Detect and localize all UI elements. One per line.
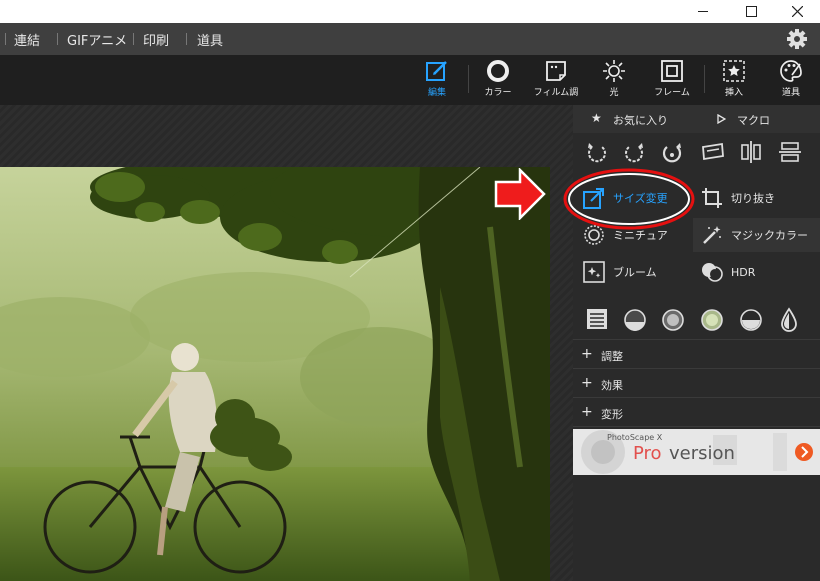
menu-item-connect[interactable]: 連結 bbox=[14, 30, 40, 49]
flip-horizontal-icon[interactable] bbox=[740, 140, 762, 164]
sun-icon bbox=[603, 60, 625, 82]
maximize-button[interactable] bbox=[728, 0, 774, 23]
plus-icon: + bbox=[581, 404, 593, 420]
close-button[interactable] bbox=[774, 0, 820, 23]
bloom-label: ブルーム bbox=[613, 266, 657, 279]
gear-icon[interactable] bbox=[786, 28, 808, 50]
rotate-right-icon[interactable] bbox=[623, 140, 645, 164]
transform-label: 変形 bbox=[601, 408, 623, 421]
flip-vertical-icon[interactable] bbox=[778, 141, 802, 163]
chevron-right-icon bbox=[801, 446, 809, 458]
menu-bar: 連結 GIFアニメ 印刷 道具 bbox=[0, 23, 820, 55]
play-icon bbox=[717, 114, 726, 124]
film-icon bbox=[546, 61, 566, 81]
tool-insert-label: 挿入 bbox=[724, 88, 743, 98]
magic-color-label: マジックカラー bbox=[731, 229, 808, 242]
straighten-icon[interactable] bbox=[701, 142, 725, 162]
editor-toolbar: 編集 カラー フィルム調 光 フレーム 挿入 道具 bbox=[0, 55, 820, 105]
effects-section[interactable]: + 効果 bbox=[573, 368, 820, 397]
pro-version-banner[interactable]: PhotoScape X Pro version bbox=[573, 429, 820, 475]
crop-label: 切り抜き bbox=[731, 192, 775, 205]
tool-light-label: 光 bbox=[609, 88, 619, 98]
rotate-left-icon[interactable] bbox=[586, 140, 608, 164]
banner-version: version bbox=[669, 443, 735, 464]
color-circle-icon bbox=[487, 60, 509, 82]
edit-icon bbox=[426, 61, 447, 81]
miniature-icon bbox=[584, 225, 604, 245]
preset-circle-1-icon[interactable] bbox=[623, 308, 647, 332]
droplet-icon[interactable] bbox=[780, 307, 798, 333]
banner-next-button[interactable] bbox=[795, 443, 813, 461]
miniature-label: ミニチュア bbox=[613, 229, 668, 242]
hdr-icon bbox=[702, 263, 723, 282]
edit-panel: ★ お気に入り マクロ サイズ変更 切り抜き ミニチュア マジックカラー ブルー… bbox=[563, 105, 820, 581]
miniature-button[interactable]: ミニチュア bbox=[583, 218, 693, 252]
tool-color[interactable]: カラー bbox=[471, 59, 525, 103]
photo-cyclist-tree bbox=[0, 167, 550, 581]
menu-item-gif[interactable]: GIFアニメ bbox=[67, 30, 127, 49]
magic-wand-icon bbox=[703, 226, 721, 244]
photo-image[interactable] bbox=[0, 167, 550, 581]
banner-pro: Pro bbox=[633, 443, 662, 464]
crop-button[interactable]: 切り抜き bbox=[701, 181, 811, 215]
menu-item-tools[interactable]: 道具 bbox=[197, 30, 223, 49]
tool-light[interactable]: 光 bbox=[587, 59, 641, 103]
minimize-button[interactable] bbox=[680, 0, 726, 23]
hdr-label: HDR bbox=[731, 265, 756, 279]
tool-film-label: フィルム調 bbox=[533, 88, 579, 98]
tool-tools-label: 道具 bbox=[781, 88, 800, 98]
preset-circle-2-icon[interactable] bbox=[661, 308, 685, 332]
star-icon: ★ bbox=[591, 111, 602, 125]
menu-separator bbox=[186, 33, 187, 45]
preset-circle-3-icon[interactable] bbox=[700, 308, 724, 332]
tool-film[interactable]: フィルム調 bbox=[529, 59, 583, 103]
tool-frame[interactable]: フレーム bbox=[645, 59, 699, 103]
frame-icon bbox=[661, 60, 683, 82]
red-arrow-annotation bbox=[494, 168, 546, 220]
menu-item-print[interactable]: 印刷 bbox=[143, 30, 169, 49]
tool-insert[interactable]: 挿入 bbox=[707, 59, 761, 103]
close-icon bbox=[791, 6, 803, 17]
adjust-section[interactable]: + 調整 bbox=[573, 339, 820, 368]
banner-brand: PhotoScape X bbox=[607, 433, 663, 442]
tool-tools[interactable]: 道具 bbox=[764, 59, 818, 103]
insert-star-icon bbox=[723, 60, 745, 82]
menu-separator bbox=[57, 33, 58, 45]
tool-frame-label: フレーム bbox=[654, 88, 690, 98]
hdr-button[interactable]: HDR bbox=[701, 255, 811, 289]
effects-label: 効果 bbox=[601, 379, 623, 392]
menu-separator bbox=[5, 33, 6, 45]
palette-icon bbox=[780, 60, 802, 82]
menu-separator bbox=[133, 33, 134, 45]
favorites-macro-row: ★ お気に入り マクロ bbox=[573, 105, 820, 133]
transform-section[interactable]: + 変形 bbox=[573, 397, 820, 427]
favorites-button[interactable]: お気に入り bbox=[613, 112, 668, 128]
toolbar-separator bbox=[704, 65, 705, 93]
tool-edit[interactable]: 編集 bbox=[410, 59, 464, 103]
plus-icon: + bbox=[581, 346, 593, 362]
rotate-90-icon[interactable] bbox=[661, 140, 683, 164]
tool-edit-label: 編集 bbox=[427, 88, 446, 98]
title-bar bbox=[0, 0, 820, 23]
bloom-icon bbox=[583, 261, 605, 283]
preset-circle-4-icon[interactable] bbox=[739, 308, 763, 332]
list-lines-icon[interactable] bbox=[586, 308, 608, 330]
plus-icon: + bbox=[581, 375, 593, 391]
tool-color-label: カラー bbox=[484, 88, 512, 98]
macro-button[interactable]: マクロ bbox=[737, 112, 770, 128]
toolbar-separator bbox=[468, 65, 469, 93]
magic-color-button[interactable]: マジックカラー bbox=[693, 218, 820, 252]
bloom-button[interactable]: ブルーム bbox=[583, 255, 693, 289]
minimize-icon bbox=[698, 11, 708, 12]
adjust-label: 調整 bbox=[601, 350, 623, 363]
crop-icon bbox=[702, 188, 722, 208]
maximize-icon bbox=[745, 6, 757, 17]
